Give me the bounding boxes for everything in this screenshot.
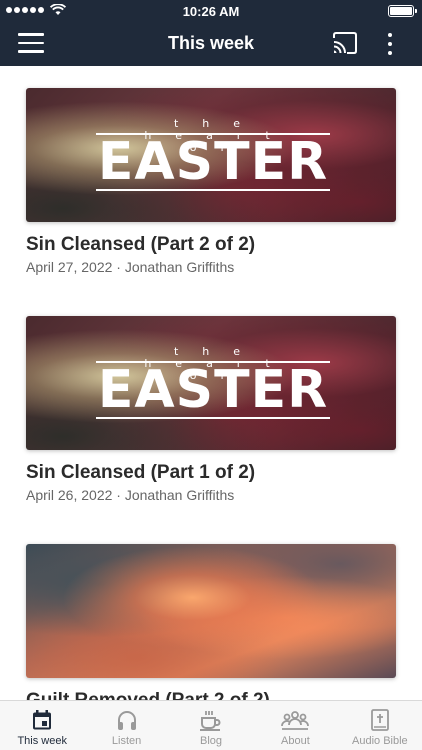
bible-icon — [370, 709, 389, 731]
episode-thumbnail[interactable]: the heart of EASTER — [26, 316, 396, 450]
artwork-subtitle: the heart of — [144, 345, 294, 382]
artwork-title: EASTER — [97, 360, 329, 420]
more-vertical-icon[interactable] — [380, 31, 400, 57]
episode-card[interactable]: the heart of EASTER Sin Cleansed (Part 2… — [26, 88, 396, 276]
tab-about[interactable]: About — [253, 701, 337, 750]
bottom-tab-bar: This week Listen Blog About Audio Bible — [0, 700, 422, 750]
tab-label: Listen — [111, 735, 142, 747]
episode-meta: April 26, 2022 · Jonathan Griffiths — [26, 487, 235, 503]
episode-title[interactable]: Sin Cleansed (Part 1 of 2) — [26, 462, 396, 484]
headphones-icon — [117, 711, 136, 730]
cast-icon[interactable] — [332, 32, 358, 56]
battery-level — [390, 7, 412, 15]
tab-label: This week — [17, 735, 67, 747]
artwork-title: EASTER — [97, 132, 329, 192]
episode-card[interactable]: Guilt Removed (Part 2 of 2) — [26, 544, 396, 700]
episode-feed: the heart of EASTER Sin Cleansed (Part 2… — [0, 66, 422, 700]
battery-icon — [388, 5, 417, 17]
easter-artwork-logo: the heart of EASTER — [96, 118, 330, 192]
easter-artwork-logo: the heart of EASTER — [96, 346, 330, 420]
people-group-icon — [281, 711, 310, 730]
episode-title[interactable]: Sin Cleansed (Part 2 of 2) — [26, 234, 396, 256]
episode-card[interactable]: the heart of EASTER Sin Cleansed (Part 1… — [26, 316, 396, 504]
tab-listen[interactable]: Listen — [84, 701, 168, 750]
tab-label: About — [281, 735, 310, 747]
episode-meta: April 27, 2022 · Jonathan Griffiths — [26, 259, 235, 275]
page-title: This week — [167, 33, 255, 53]
tab-label: Audio Bible — [352, 735, 408, 747]
episode-thumbnail[interactable] — [26, 544, 396, 678]
tab-audio-bible[interactable]: Audio Bible — [338, 701, 422, 750]
status-time: 10:26 AM — [182, 4, 240, 19]
calendar-icon — [33, 710, 52, 730]
coffee-cup-icon — [200, 711, 221, 731]
artwork-subtitle: the heart of — [144, 117, 294, 154]
status-bar: 10:26 AM — [0, 0, 422, 22]
tab-this-week[interactable]: This week — [0, 701, 84, 750]
episode-thumbnail[interactable]: the heart of EASTER — [26, 88, 396, 222]
episode-title[interactable]: Guilt Removed (Part 2 of 2) — [26, 690, 396, 700]
tab-blog[interactable]: Blog — [169, 701, 253, 750]
app-bar: This week — [0, 22, 422, 66]
tab-label: Blog — [200, 735, 223, 747]
